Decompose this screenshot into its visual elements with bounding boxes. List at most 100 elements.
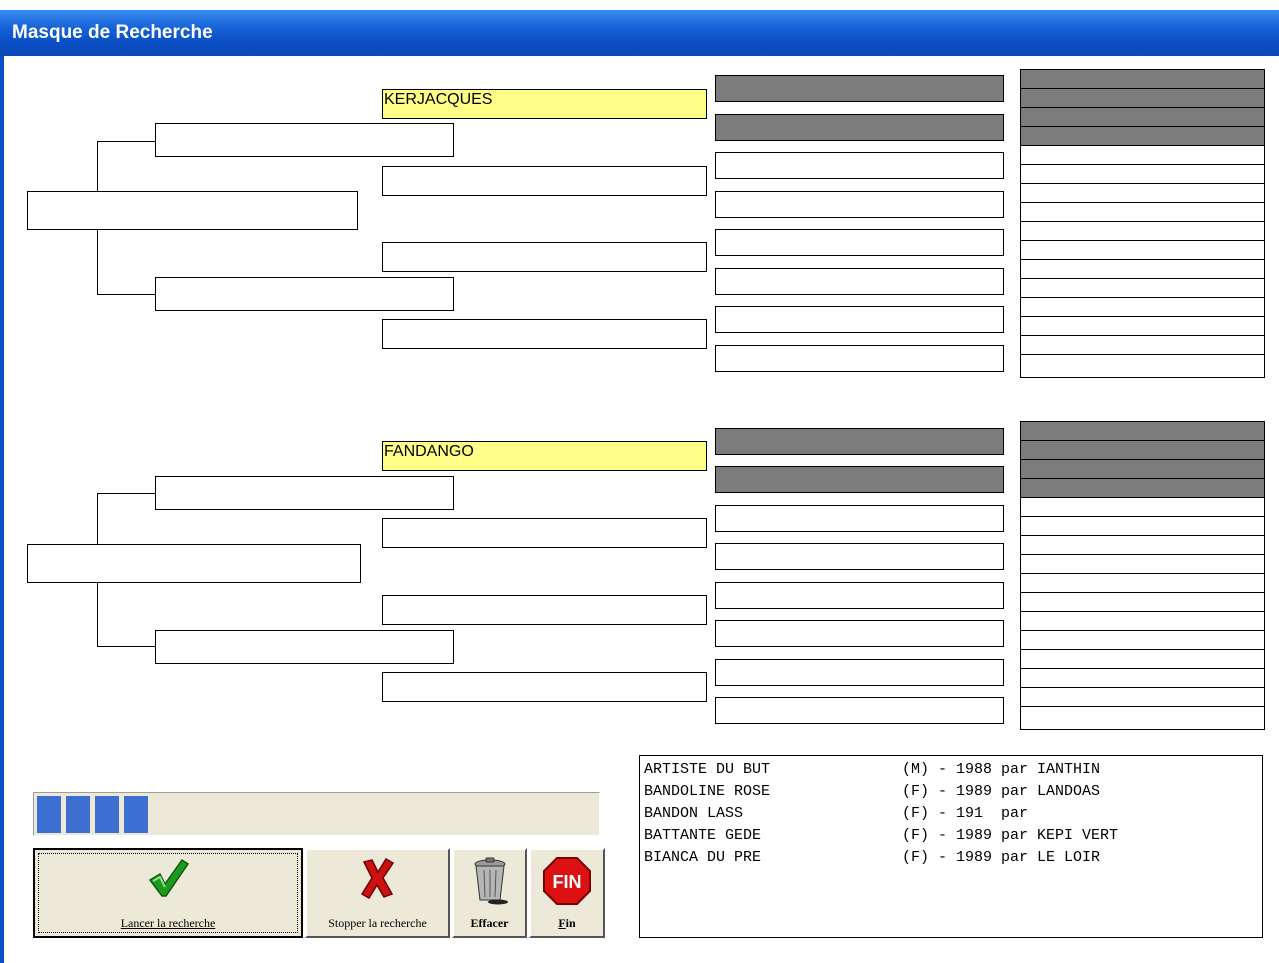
green-check-icon xyxy=(148,858,190,897)
ancestor-cell[interactable] xyxy=(1021,279,1264,298)
ancestor-field[interactable] xyxy=(715,505,1004,532)
tree-connector xyxy=(97,646,155,647)
ancestor-cell[interactable] xyxy=(1021,146,1264,165)
clear-label: Effacer xyxy=(470,916,509,930)
ancestor-cell[interactable] xyxy=(1021,574,1264,593)
ancestor-cell-filled[interactable] xyxy=(1021,460,1264,479)
result-row[interactable]: BATTANTE GEDE (F) - 1989 par KEPI VERT xyxy=(644,825,1258,847)
result-info: (F) - 1989 par KEPI VERT xyxy=(902,827,1119,844)
ancestor-stack xyxy=(1020,69,1265,378)
result-info: (F) - 191 par xyxy=(902,805,1029,822)
ancestor-field[interactable] xyxy=(715,191,1004,218)
end-label: Fin xyxy=(558,916,576,930)
result-row[interactable]: BANDON LASS (F) - 191 par xyxy=(644,803,1258,825)
granddam-field[interactable] xyxy=(382,672,707,702)
result-name: BANDOLINE ROSE xyxy=(644,783,771,800)
progress-segment xyxy=(124,796,148,833)
ancestor-field[interactable] xyxy=(715,306,1004,333)
sire-field[interactable] xyxy=(155,476,454,510)
ancestor-field-filled[interactable] xyxy=(715,466,1004,493)
ancestor-cell[interactable] xyxy=(1021,593,1264,612)
granddam-field[interactable] xyxy=(382,319,707,349)
dam-field[interactable] xyxy=(155,277,454,311)
grandsire-field[interactable]: KERJACQUES xyxy=(382,89,707,119)
end-button[interactable]: FIN Fin xyxy=(529,848,605,938)
ancestor-field-filled[interactable] xyxy=(715,428,1004,455)
ancestor-cell-filled[interactable] xyxy=(1021,70,1264,89)
ancestor-cell[interactable] xyxy=(1021,498,1264,517)
result-name: BIANCA DU PRE xyxy=(644,849,762,866)
subject-field[interactable] xyxy=(27,191,358,230)
ancestor-cell[interactable] xyxy=(1021,222,1264,241)
grandsire-field[interactable] xyxy=(382,242,707,272)
tree-connector xyxy=(97,493,155,494)
ancestor-field[interactable] xyxy=(715,659,1004,686)
ancestor-cell[interactable] xyxy=(1021,298,1264,317)
search-progress-bar xyxy=(33,792,600,836)
ancestor-cell-filled[interactable] xyxy=(1021,422,1264,441)
ancestor-cell[interactable] xyxy=(1021,612,1264,631)
ancestor-cell[interactable] xyxy=(1021,203,1264,222)
granddam-field[interactable] xyxy=(382,518,707,548)
result-info: (M) - 1988 par IANTHIN xyxy=(902,761,1101,778)
tree-connector xyxy=(97,141,155,142)
ancestor-cell[interactable] xyxy=(1021,260,1264,279)
ancestor-cell[interactable] xyxy=(1021,184,1264,203)
granddam-field[interactable] xyxy=(382,166,707,196)
ancestor-field[interactable] xyxy=(715,152,1004,179)
ancestor-cell[interactable] xyxy=(1021,336,1264,355)
launch-search-label: Lancer la recherche xyxy=(120,916,216,930)
result-info: (F) - 1989 par LANDOAS xyxy=(902,783,1101,800)
ancestor-field[interactable] xyxy=(715,620,1004,647)
stop-sign-text: FIN xyxy=(553,872,582,892)
red-x-icon xyxy=(360,857,394,900)
ancestor-cell[interactable] xyxy=(1021,536,1264,555)
ancestor-cell[interactable] xyxy=(1021,631,1264,650)
progress-segment xyxy=(95,796,119,833)
result-info: (F) - 1989 par LE LOIR xyxy=(902,849,1101,866)
clear-button[interactable]: Effacer xyxy=(452,848,527,938)
result-name: ARTISTE DU BUT xyxy=(644,761,771,778)
window-title: Masque de Recherche xyxy=(12,22,213,43)
ancestor-cell[interactable] xyxy=(1021,688,1264,707)
ancestor-cell[interactable] xyxy=(1021,241,1264,260)
subject-field[interactable] xyxy=(27,544,361,583)
ancestor-field[interactable] xyxy=(715,345,1004,372)
ancestor-cell-filled[interactable] xyxy=(1021,89,1264,108)
ancestor-field[interactable] xyxy=(715,229,1004,256)
ancestor-cell[interactable] xyxy=(1021,707,1264,726)
progress-segment xyxy=(66,796,90,833)
ancestor-cell[interactable] xyxy=(1021,517,1264,536)
tree-connector xyxy=(97,294,155,295)
window-title-bar[interactable]: Masque de Recherche xyxy=(0,10,1279,56)
grandsire-field[interactable]: FANDANGO xyxy=(382,441,707,471)
result-name: BANDON LASS xyxy=(644,805,744,822)
grandsire-field[interactable] xyxy=(382,595,707,625)
ancestor-field[interactable] xyxy=(715,582,1004,609)
ancestor-cell-filled[interactable] xyxy=(1021,441,1264,460)
result-name: BATTANTE GEDE xyxy=(644,827,762,844)
ancestor-field-filled[interactable] xyxy=(715,114,1004,141)
sire-field[interactable] xyxy=(155,123,454,157)
result-row[interactable]: BIANCA DU PRE (F) - 1989 par LE LOIR xyxy=(644,847,1258,869)
ancestor-cell-filled[interactable] xyxy=(1021,108,1264,127)
result-row[interactable]: ARTISTE DU BUT (M) - 1988 par IANTHIN xyxy=(644,759,1258,781)
results-list[interactable]: ARTISTE DU BUT (M) - 1988 par IANTHIN BAND… xyxy=(639,755,1263,938)
ancestor-field[interactable] xyxy=(715,697,1004,724)
window-frame xyxy=(0,56,4,963)
ancestor-cell[interactable] xyxy=(1021,317,1264,336)
ancestor-cell[interactable] xyxy=(1021,650,1264,669)
ancestor-cell[interactable] xyxy=(1021,669,1264,688)
launch-search-button[interactable]: Lancer la recherche xyxy=(33,848,303,938)
ancestor-cell[interactable] xyxy=(1021,555,1264,574)
dam-field[interactable] xyxy=(155,630,454,664)
ancestor-cell-filled[interactable] xyxy=(1021,127,1264,146)
stop-search-button[interactable]: Stopper la recherche xyxy=(305,848,450,938)
ancestor-cell-filled[interactable] xyxy=(1021,479,1264,498)
ancestor-field[interactable] xyxy=(715,543,1004,570)
ancestor-field[interactable] xyxy=(715,268,1004,295)
ancestor-cell[interactable] xyxy=(1021,165,1264,184)
ancestor-field-filled[interactable] xyxy=(715,75,1004,102)
ancestor-cell[interactable] xyxy=(1021,355,1264,374)
result-row[interactable]: BANDOLINE ROSE (F) - 1989 par LANDOAS xyxy=(644,781,1258,803)
